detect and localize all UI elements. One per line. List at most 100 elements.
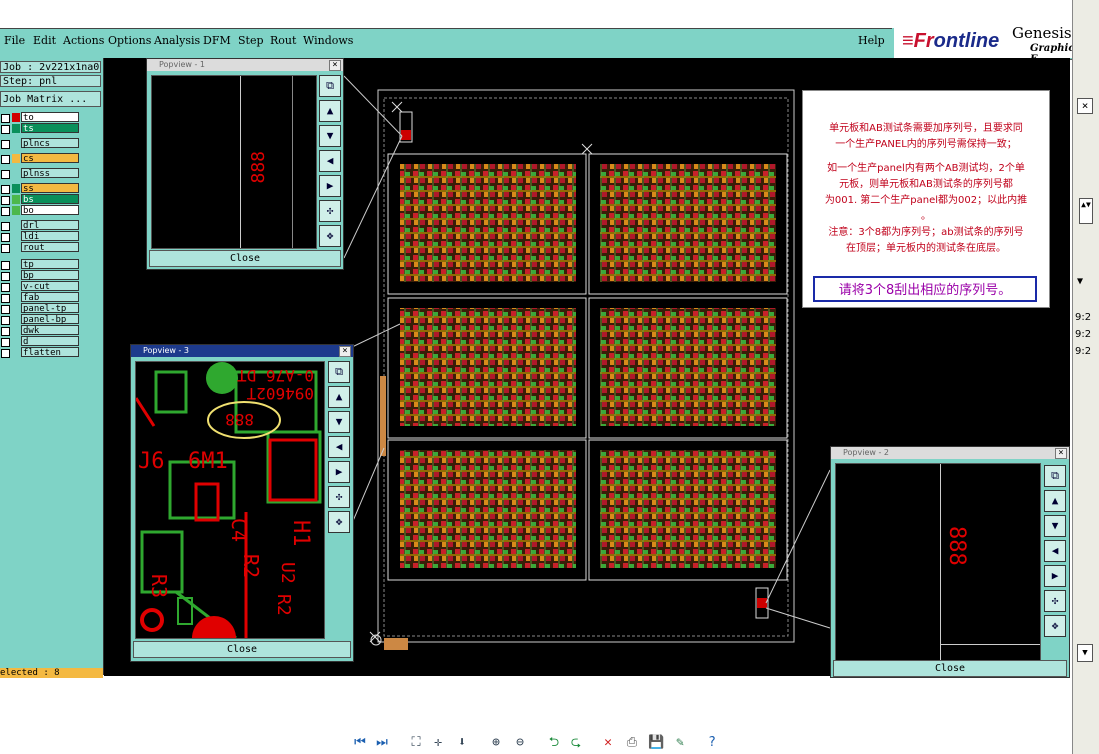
popview-2-close-button[interactable]: Close bbox=[833, 660, 1067, 677]
layer-row-plnss[interactable]: plnss bbox=[0, 168, 82, 179]
pan-up-icon[interactable]: ▲ bbox=[1044, 490, 1066, 512]
pan-left-icon[interactable]: ◀ bbox=[328, 436, 350, 458]
layer-row-panel-bp[interactable]: panel-bp bbox=[0, 314, 82, 325]
layer-name[interactable]: to bbox=[21, 112, 79, 123]
layer-row-v-cut[interactable]: v-cut bbox=[0, 281, 82, 292]
menu-step[interactable]: Step bbox=[238, 34, 264, 47]
menu-file[interactable]: File bbox=[4, 34, 25, 47]
layer-name[interactable]: rout bbox=[21, 242, 79, 253]
pan-right-icon[interactable]: ▶ bbox=[1044, 565, 1066, 587]
pan-down-icon[interactable]: ▼ bbox=[1044, 515, 1066, 537]
zoom-in-icon[interactable]: ✣ bbox=[328, 486, 350, 508]
popview-1[interactable]: Popview - 1 × 888 ⧉ ▲ ▼ ◀ ▶ ✣ ✥ Close bbox=[146, 58, 344, 270]
job-matrix-button[interactable]: Job Matrix ... bbox=[0, 91, 101, 107]
rotate-left-icon[interactable]: ⮌ bbox=[546, 735, 562, 751]
popview-3-titlebar[interactable]: Popview - 3 bbox=[131, 345, 353, 357]
layer-checkbox[interactable] bbox=[1, 316, 10, 325]
layer-checkbox[interactable] bbox=[1, 294, 10, 303]
menu-help[interactable]: Help bbox=[858, 34, 885, 47]
pan-up-icon[interactable]: ▲ bbox=[328, 386, 350, 408]
layer-row-dwk[interactable]: dwk bbox=[0, 325, 82, 336]
zoom-fit-icon[interactable]: ⧉ bbox=[328, 361, 350, 383]
popview-2[interactable]: Popview - 2 × 888 ⧉ ▲ ▼ ◀ ▶ ✣ ✥ Close bbox=[830, 446, 1070, 678]
pan-left-icon[interactable]: ◀ bbox=[319, 150, 341, 172]
layer-checkbox[interactable] bbox=[1, 222, 10, 231]
layer-name[interactable]: dwk bbox=[21, 325, 79, 336]
layer-name[interactable]: panel-tp bbox=[21, 303, 79, 314]
zoom-in-icon[interactable]: ✣ bbox=[1044, 590, 1066, 612]
zoom-out-icon[interactable]: ⊖ bbox=[512, 735, 528, 751]
layer-name[interactable]: bs bbox=[21, 194, 79, 205]
layer-checkbox[interactable] bbox=[1, 327, 10, 336]
layer-name[interactable]: ts bbox=[21, 123, 79, 134]
layer-checkbox[interactable] bbox=[1, 244, 10, 253]
help-icon[interactable]: ? bbox=[704, 735, 720, 751]
menu-windows[interactable]: Windows bbox=[303, 34, 353, 47]
zoom-out-icon[interactable]: ✥ bbox=[1044, 615, 1066, 637]
layer-row-fab[interactable]: fab bbox=[0, 292, 82, 303]
menu-actions[interactable]: Actions bbox=[63, 34, 104, 47]
popview-1-titlebar[interactable]: Popview - 1 bbox=[147, 59, 343, 71]
slideshow-icon[interactable]: ⬇ bbox=[454, 735, 470, 751]
rotate-right-icon[interactable]: ⮎ bbox=[568, 735, 584, 751]
layer-checkbox[interactable] bbox=[1, 114, 10, 123]
layer-row-d[interactable]: d bbox=[0, 336, 82, 347]
layer-row-to[interactable]: to bbox=[0, 112, 82, 123]
layer-checkbox[interactable] bbox=[1, 155, 10, 164]
layer-row-ts[interactable]: ts bbox=[0, 123, 82, 134]
pan-left-icon[interactable]: ◀ bbox=[1044, 540, 1066, 562]
menu-analysis[interactable]: Analysis bbox=[154, 34, 200, 47]
popview-3-close-button[interactable]: Close bbox=[133, 641, 351, 658]
layer-row-cs[interactable]: cs bbox=[0, 153, 82, 164]
layer-name[interactable]: cs bbox=[21, 153, 79, 164]
layer-checkbox[interactable] bbox=[1, 207, 10, 216]
layer-name[interactable]: panel-bp bbox=[21, 314, 79, 325]
layer-checkbox[interactable] bbox=[1, 272, 10, 281]
close-icon[interactable]: × bbox=[339, 346, 351, 357]
layer-name[interactable]: ldi bbox=[21, 231, 79, 242]
layer-checkbox[interactable] bbox=[1, 170, 10, 179]
layer-row-tp[interactable]: tp bbox=[0, 259, 82, 270]
layer-row-bo[interactable]: bo bbox=[0, 205, 82, 216]
layer-row-bs[interactable]: bs bbox=[0, 194, 82, 205]
pan-down-icon[interactable]: ▼ bbox=[319, 125, 341, 147]
layer-checkbox[interactable] bbox=[1, 338, 10, 347]
close-icon[interactable]: × bbox=[1055, 448, 1067, 459]
layer-checkbox[interactable] bbox=[1, 305, 10, 314]
zoom-fit-icon[interactable]: ⧉ bbox=[1044, 465, 1066, 487]
popview-3-view[interactable]: 0-A76 DT 094602T J6 6M1 C4 R2 H1 U2 R3 R… bbox=[135, 361, 325, 639]
dropdown-arrow-icon[interactable]: ▼ bbox=[1077, 276, 1083, 287]
layer-checkbox[interactable] bbox=[1, 196, 10, 205]
layer-row-ldi[interactable]: ldi bbox=[0, 231, 82, 242]
layer-row-panel-tp[interactable]: panel-tp bbox=[0, 303, 82, 314]
pan-down-icon[interactable]: ▼ bbox=[328, 411, 350, 433]
previous-icon[interactable]: ⏮ bbox=[352, 735, 368, 751]
layer-row-bp[interactable]: bp bbox=[0, 270, 82, 281]
layer-name[interactable]: d bbox=[21, 336, 79, 347]
layer-name[interactable]: bp bbox=[21, 270, 79, 281]
layer-name[interactable]: tp bbox=[21, 259, 79, 270]
edit-image-icon[interactable]: ✎ bbox=[672, 735, 688, 751]
fit-screen-icon[interactable]: ⛶ bbox=[408, 735, 424, 751]
layer-checkbox[interactable] bbox=[1, 140, 10, 149]
spinner-icon[interactable]: ▲▼ bbox=[1079, 198, 1093, 224]
layer-name[interactable]: plncs bbox=[21, 138, 79, 149]
layer-row-plncs[interactable]: plncs bbox=[0, 138, 82, 149]
popview-1-close-button[interactable]: Close bbox=[149, 250, 341, 267]
layer-row-rout[interactable]: rout bbox=[0, 242, 82, 253]
popview-2-titlebar[interactable]: Popview - 2 bbox=[831, 447, 1069, 459]
scroll-down-icon[interactable]: ▼ bbox=[1077, 644, 1093, 662]
next-icon[interactable]: ⏭ bbox=[374, 735, 390, 751]
layer-checkbox[interactable] bbox=[1, 283, 10, 292]
zoom-in-icon[interactable]: ✣ bbox=[319, 200, 341, 222]
layer-checkbox[interactable] bbox=[1, 125, 10, 134]
layer-name[interactable]: bo bbox=[21, 205, 79, 216]
layer-row-ss[interactable]: ss bbox=[0, 183, 82, 194]
layer-row-flatten[interactable]: flatten bbox=[0, 347, 82, 358]
close-icon[interactable]: × bbox=[329, 60, 341, 71]
menu-dfm[interactable]: DFM bbox=[203, 34, 231, 47]
menu-edit[interactable]: Edit bbox=[33, 34, 56, 47]
popview-2-view[interactable]: 888 bbox=[835, 463, 1041, 661]
popview-1-view[interactable]: 888 bbox=[151, 75, 317, 249]
layer-name[interactable]: drl bbox=[21, 220, 79, 231]
